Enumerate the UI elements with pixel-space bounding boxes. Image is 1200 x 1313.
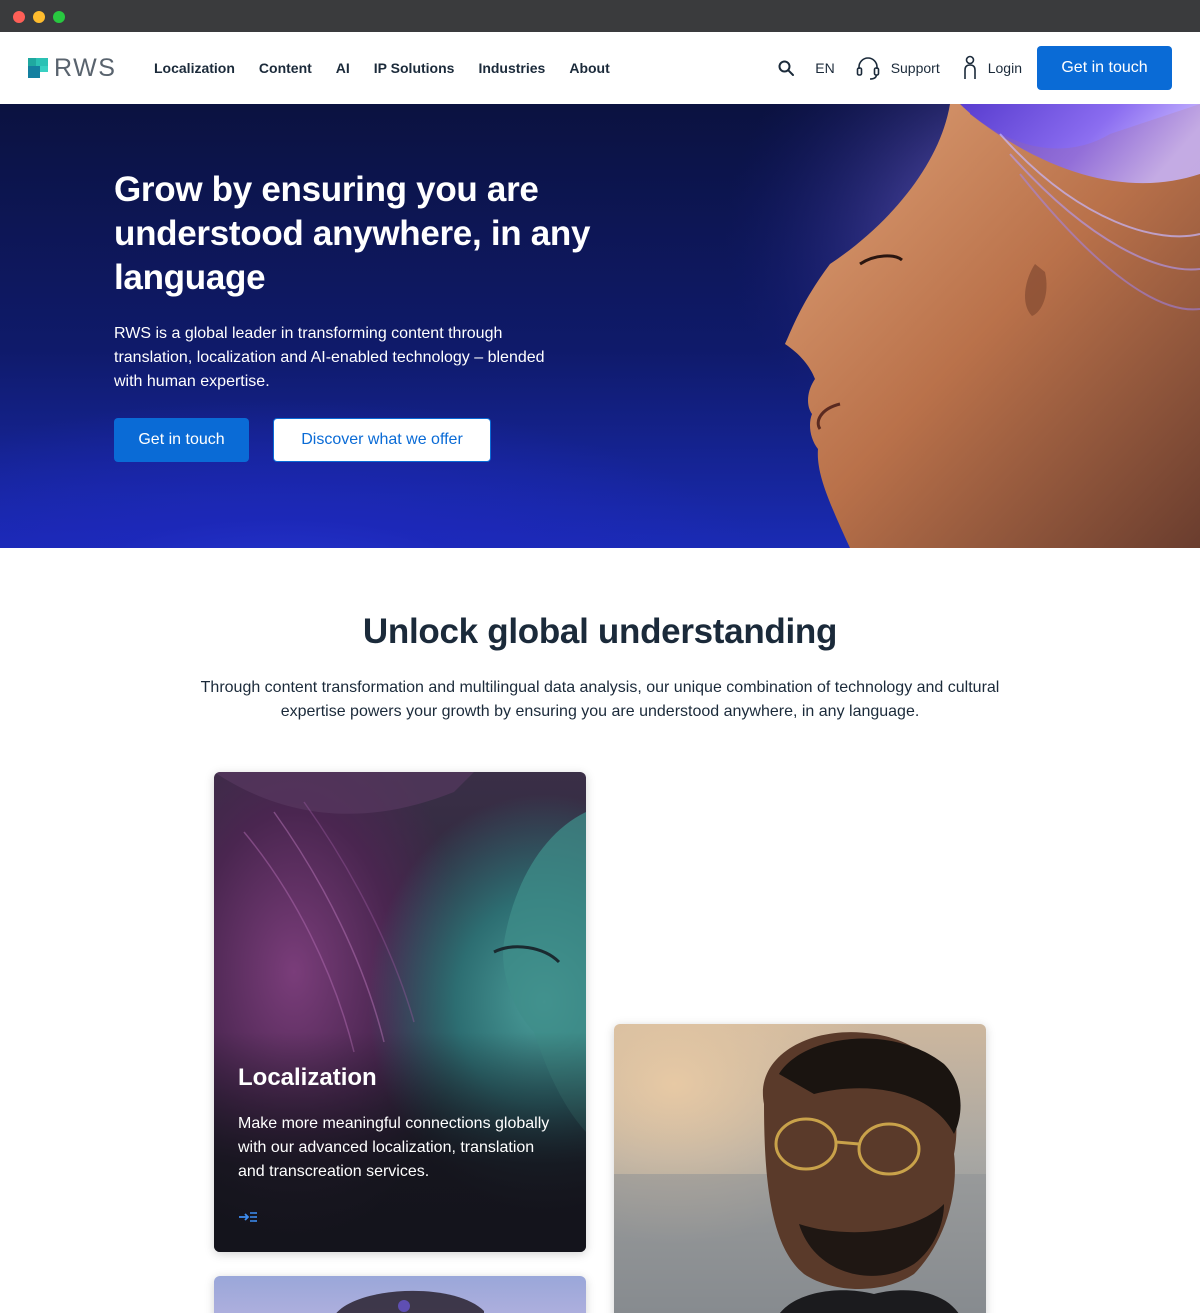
nav-item-localization[interactable]: Localization xyxy=(154,60,235,76)
support-link[interactable]: Support xyxy=(855,55,940,81)
localization-card[interactable]: Localization Make more meaningful connec… xyxy=(214,772,586,1252)
localization-card-text: Make more meaningful connections globall… xyxy=(238,1115,550,1180)
headset-icon xyxy=(856,57,879,80)
hero-portrait-image xyxy=(640,104,1200,548)
support-label: Support xyxy=(890,60,940,76)
hero-title: Grow by ensuring you are understood anyw… xyxy=(114,170,591,297)
content-card[interactable] xyxy=(614,1024,986,1313)
hero-get-in-touch-button[interactable]: Get in touch xyxy=(114,418,249,462)
nav-item-content[interactable]: Content xyxy=(259,60,312,76)
maximize-window-button[interactable] xyxy=(53,11,65,23)
localization-card-title: Localization xyxy=(238,1064,377,1091)
window-titlebar xyxy=(0,0,1200,32)
search-icon[interactable] xyxy=(777,59,795,77)
ai-card-image xyxy=(336,1290,484,1313)
hero-banner: Grow by ensuring you are understood anyw… xyxy=(0,104,1200,548)
content-card-image xyxy=(614,1032,986,1313)
header-utilities: EN Support Login Get in touch xyxy=(777,32,1172,104)
nav-item-ai[interactable]: AI xyxy=(336,60,350,76)
logo-text: RWS xyxy=(54,53,117,82)
hero-buttons: Get in touch Discover what we offer xyxy=(114,418,594,462)
rws-logo-icon xyxy=(28,58,48,78)
nav-item-about[interactable]: About xyxy=(569,60,609,76)
language-selector[interactable]: EN xyxy=(815,60,834,76)
login-label: Login xyxy=(987,60,1022,76)
arrow-right-icon[interactable] xyxy=(238,1210,258,1224)
nav-item-industries[interactable]: Industries xyxy=(478,60,545,76)
discover-offer-button[interactable]: Discover what we offer xyxy=(273,418,491,462)
section-description: Through content transformation and multi… xyxy=(200,679,1000,720)
close-window-button[interactable] xyxy=(13,11,25,23)
rws-logo[interactable]: RWS xyxy=(28,53,117,82)
section-title: Unlock global understanding xyxy=(362,612,838,651)
site-header: RWS Localization Content AI IP Solutions… xyxy=(0,32,1200,104)
minimize-window-button[interactable] xyxy=(33,11,45,23)
hero-description: RWS is a global leader in transforming c… xyxy=(114,325,545,390)
nav-item-ip-solutions[interactable]: IP Solutions xyxy=(374,60,455,76)
user-icon xyxy=(963,55,976,79)
hero-content: Grow by ensuring you are understood anyw… xyxy=(114,168,594,462)
main-nav: Localization Content AI IP Solutions Ind… xyxy=(154,32,634,104)
header-get-in-touch-button[interactable]: Get in touch xyxy=(1037,46,1172,90)
login-link[interactable]: Login xyxy=(962,55,1022,81)
ai-card[interactable] xyxy=(214,1276,586,1313)
